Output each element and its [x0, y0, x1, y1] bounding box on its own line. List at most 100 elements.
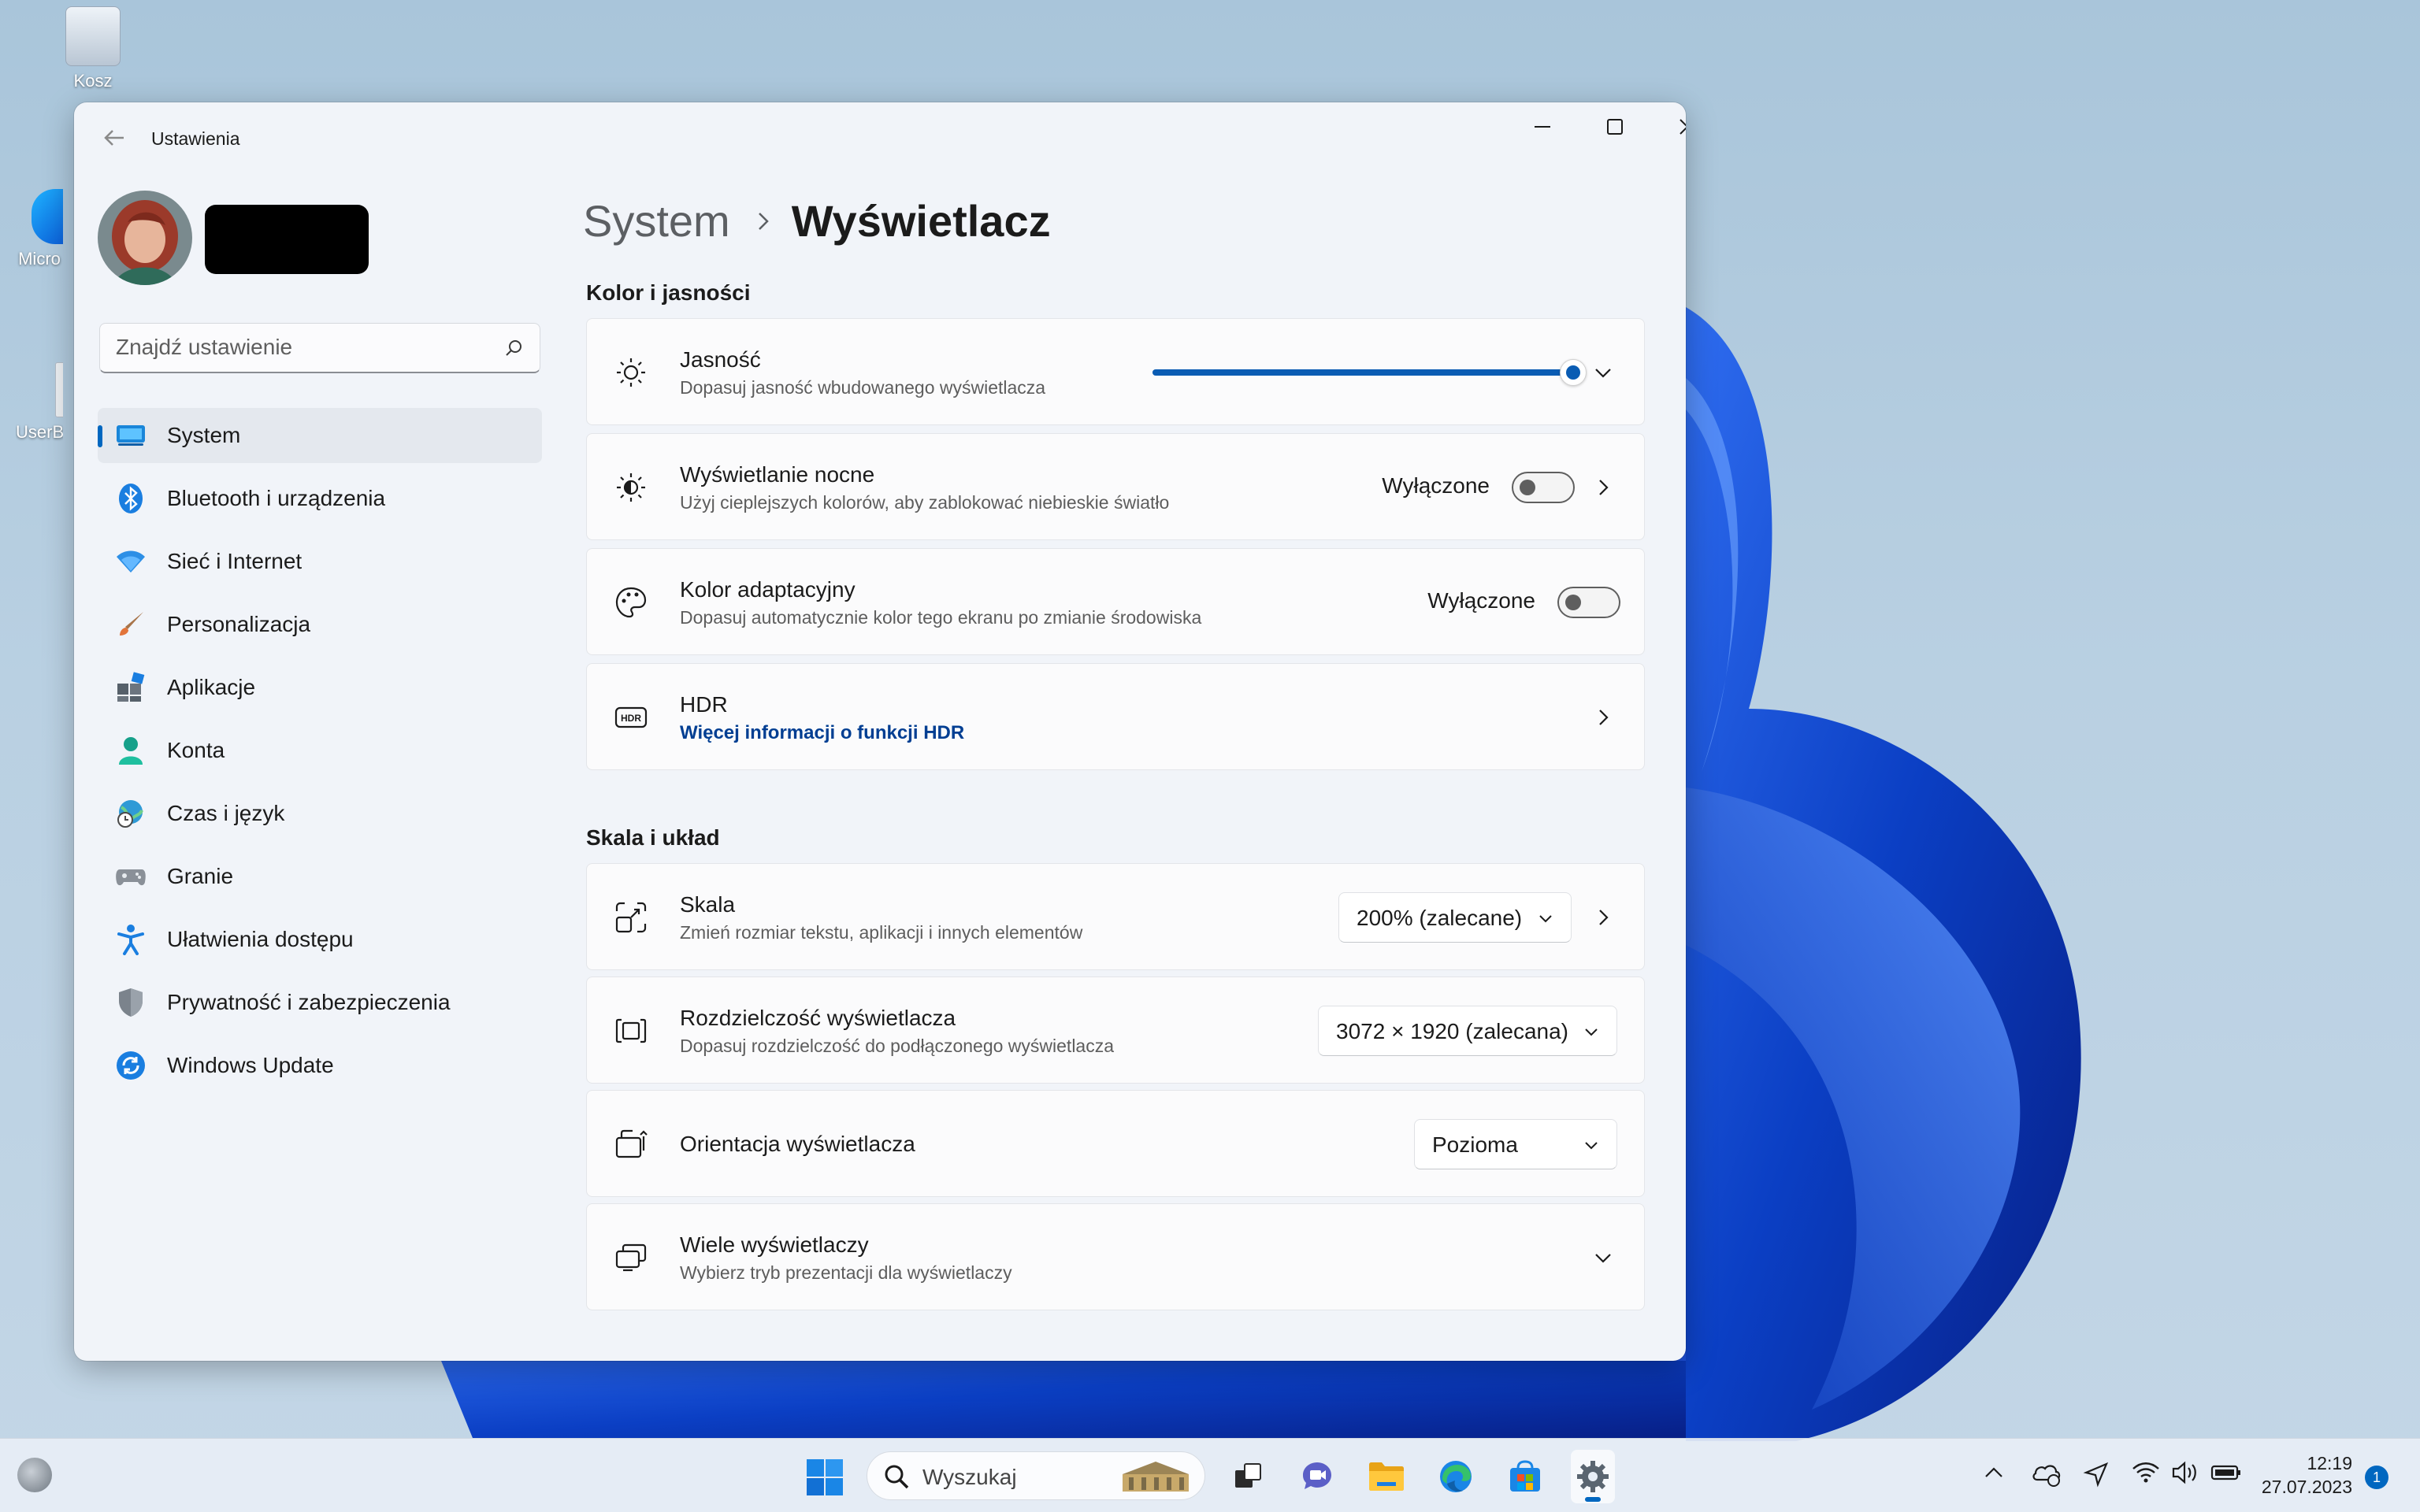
slider-thumb[interactable] [1560, 359, 1587, 386]
chat-icon [1303, 1462, 1331, 1489]
taskbar-search[interactable]: Wyszukaj [867, 1451, 1205, 1500]
section-title-color: Kolor i jasności [586, 280, 751, 305]
search-icon [885, 1465, 909, 1489]
chevron-down-icon [1539, 915, 1552, 923]
task-view-button[interactable] [1226, 1455, 1270, 1499]
resolution-value: 3072 × 1920 (zalecana) [1336, 1019, 1568, 1043]
hdr-info-link[interactable]: Więcej informacji o funkcji HDR [680, 722, 964, 744]
location-tray-button[interactable] [2083, 1461, 2110, 1492]
close-icon [1680, 119, 1686, 135]
sidebar-item-bluetooth[interactable]: Bluetooth i urządzenia [98, 471, 542, 526]
scale-card[interactable]: Skala Zmień rozmiar tekstu, aplikacji i … [586, 863, 1645, 970]
brush-icon [113, 607, 148, 642]
onedrive-tray-button[interactable] [2031, 1461, 2062, 1492]
chevron-right-icon [1599, 710, 1609, 725]
start-button[interactable] [805, 1458, 844, 1501]
scale-dropdown[interactable]: 200% (zalecane) [1338, 892, 1572, 943]
sidebar-item-system[interactable]: System [98, 408, 542, 463]
search-input[interactable] [116, 324, 494, 371]
clock-date: 27.07.2023 [2261, 1477, 2352, 1497]
back-arrow-icon [104, 130, 124, 146]
taskbar-clock[interactable]: 12:19 27.07.2023 [2262, 1451, 2352, 1499]
palette-icon [615, 587, 647, 618]
night-light-toggle[interactable] [1512, 472, 1575, 503]
sidebar-item-accounts[interactable]: Konta [98, 723, 542, 778]
store-button[interactable] [1503, 1455, 1547, 1499]
breadcrumb: System Wyświetlacz [583, 195, 1051, 246]
night-light-state: Wyłączone [1382, 473, 1490, 498]
scale-value: 200% (zalecane) [1357, 906, 1523, 930]
settings-search[interactable] [99, 323, 540, 373]
sidebar-item-network[interactable]: Sieć i Internet [98, 534, 542, 589]
adaptive-color-card: Kolor adaptacyjny Dopasuj automatycznie … [586, 548, 1645, 655]
chevron-down-icon [1585, 1028, 1598, 1036]
night-light-card[interactable]: Wyświetlanie nocne Użyj cieplejszych kol… [586, 433, 1645, 540]
toggle-knob [1520, 480, 1535, 495]
chevron-down-icon [1595, 1254, 1611, 1263]
desktop-icon-label: Micro [18, 249, 61, 269]
brightness-slider[interactable] [1152, 359, 1587, 386]
maximize-button[interactable] [1579, 102, 1651, 151]
orientation-dropdown[interactable]: Pozioma [1414, 1119, 1617, 1169]
sidebar-item-label: Granie [167, 864, 234, 888]
chevron-right-icon [1599, 910, 1609, 925]
apps-icon [113, 670, 148, 705]
edge-button[interactable] [1434, 1455, 1478, 1499]
scale-icon [615, 902, 647, 933]
globe-clock-icon [113, 796, 148, 831]
volume-tray-button[interactable] [2171, 1461, 2201, 1488]
hdr-card[interactable]: HDR HDR Więcej informacji o funkcji HDR [586, 663, 1645, 770]
profile-name-redacted [205, 205, 369, 274]
teams-chat-button[interactable] [1295, 1455, 1339, 1499]
settings-app-button[interactable] [1571, 1450, 1615, 1503]
gamepad-icon [113, 859, 148, 894]
close-button[interactable] [1651, 102, 1686, 151]
adaptive-color-subtitle: Dopasuj automatycznie kolor tego ekranu … [680, 607, 1202, 628]
multiple-displays-card[interactable]: Wiele wyświetlaczy Wybierz tryb prezenta… [586, 1203, 1645, 1310]
widgets-button[interactable] [17, 1458, 52, 1492]
sidebar-item-label: Windows Update [167, 1053, 334, 1077]
brightness-icon [617, 358, 645, 387]
resolution-title: Rozdzielczość wyświetlacza [680, 1006, 956, 1030]
sidebar-item-personalization[interactable]: Personalizacja [98, 597, 542, 652]
desktop-icon-userb[interactable]: UserB [16, 362, 63, 443]
sidebar-item-privacy[interactable]: Prywatność i zabezpieczenia [98, 975, 542, 1030]
sidebar-item-label: Personalizacja [167, 612, 311, 636]
gear-icon [1577, 1461, 1609, 1492]
clock-time: 12:19 [2307, 1453, 2352, 1473]
orientation-card: Orientacja wyświetlacza Pozioma [586, 1090, 1645, 1197]
resolution-card: Rozdzielczość wyświetlacza Dopasuj rozdz… [586, 976, 1645, 1084]
orientation-value: Pozioma [1432, 1132, 1518, 1157]
avatar[interactable] [98, 191, 192, 285]
show-hidden-icons-button[interactable] [1982, 1461, 2006, 1488]
notification-badge[interactable]: 1 [2365, 1466, 2388, 1489]
file-icon [55, 362, 63, 417]
sidebar-item-label: Sieć i Internet [167, 549, 302, 573]
desktop-icon-recycle-bin[interactable]: Kosz [46, 6, 140, 91]
back-button[interactable] [95, 118, 134, 158]
sidebar-item-label: Prywatność i zabezpieczenia [167, 990, 451, 1014]
minimize-button[interactable] [1506, 102, 1579, 151]
battery-tray-button[interactable] [2210, 1461, 2242, 1488]
network-tray-button[interactable] [2132, 1461, 2160, 1488]
sidebar-item-apps[interactable]: Aplikacje [98, 660, 542, 715]
resolution-dropdown[interactable]: 3072 × 1920 (zalecana) [1318, 1006, 1617, 1056]
sidebar-item-time-language[interactable]: Czas i język [98, 786, 542, 841]
sidebar-item-gaming[interactable]: Granie [98, 849, 542, 904]
scale-subtitle: Zmień rozmiar tekstu, aplikacji i innych… [680, 922, 1083, 943]
update-icon [113, 1048, 148, 1083]
wifi-icon [113, 544, 148, 579]
sidebar-item-accessibility[interactable]: Ułatwienia dostępu [98, 912, 542, 967]
hdr-title: HDR [680, 692, 728, 717]
file-explorer-button[interactable] [1364, 1455, 1409, 1499]
taskbar-search-label: Wyszukaj [922, 1465, 1017, 1489]
adaptive-color-toggle[interactable] [1557, 587, 1620, 618]
sidebar-item-windows-update[interactable]: Windows Update [98, 1038, 542, 1093]
brightness-title: Jasność [680, 347, 761, 372]
sidebar-item-label: Czas i język [167, 801, 285, 825]
chevron-down-icon[interactable] [1592, 361, 1614, 384]
desktop-icon-edge[interactable]: Micro [16, 189, 63, 269]
battery-icon [2210, 1465, 2240, 1480]
section-title-scale: Skala i układ [586, 825, 720, 850]
breadcrumb-parent[interactable]: System [583, 195, 730, 246]
